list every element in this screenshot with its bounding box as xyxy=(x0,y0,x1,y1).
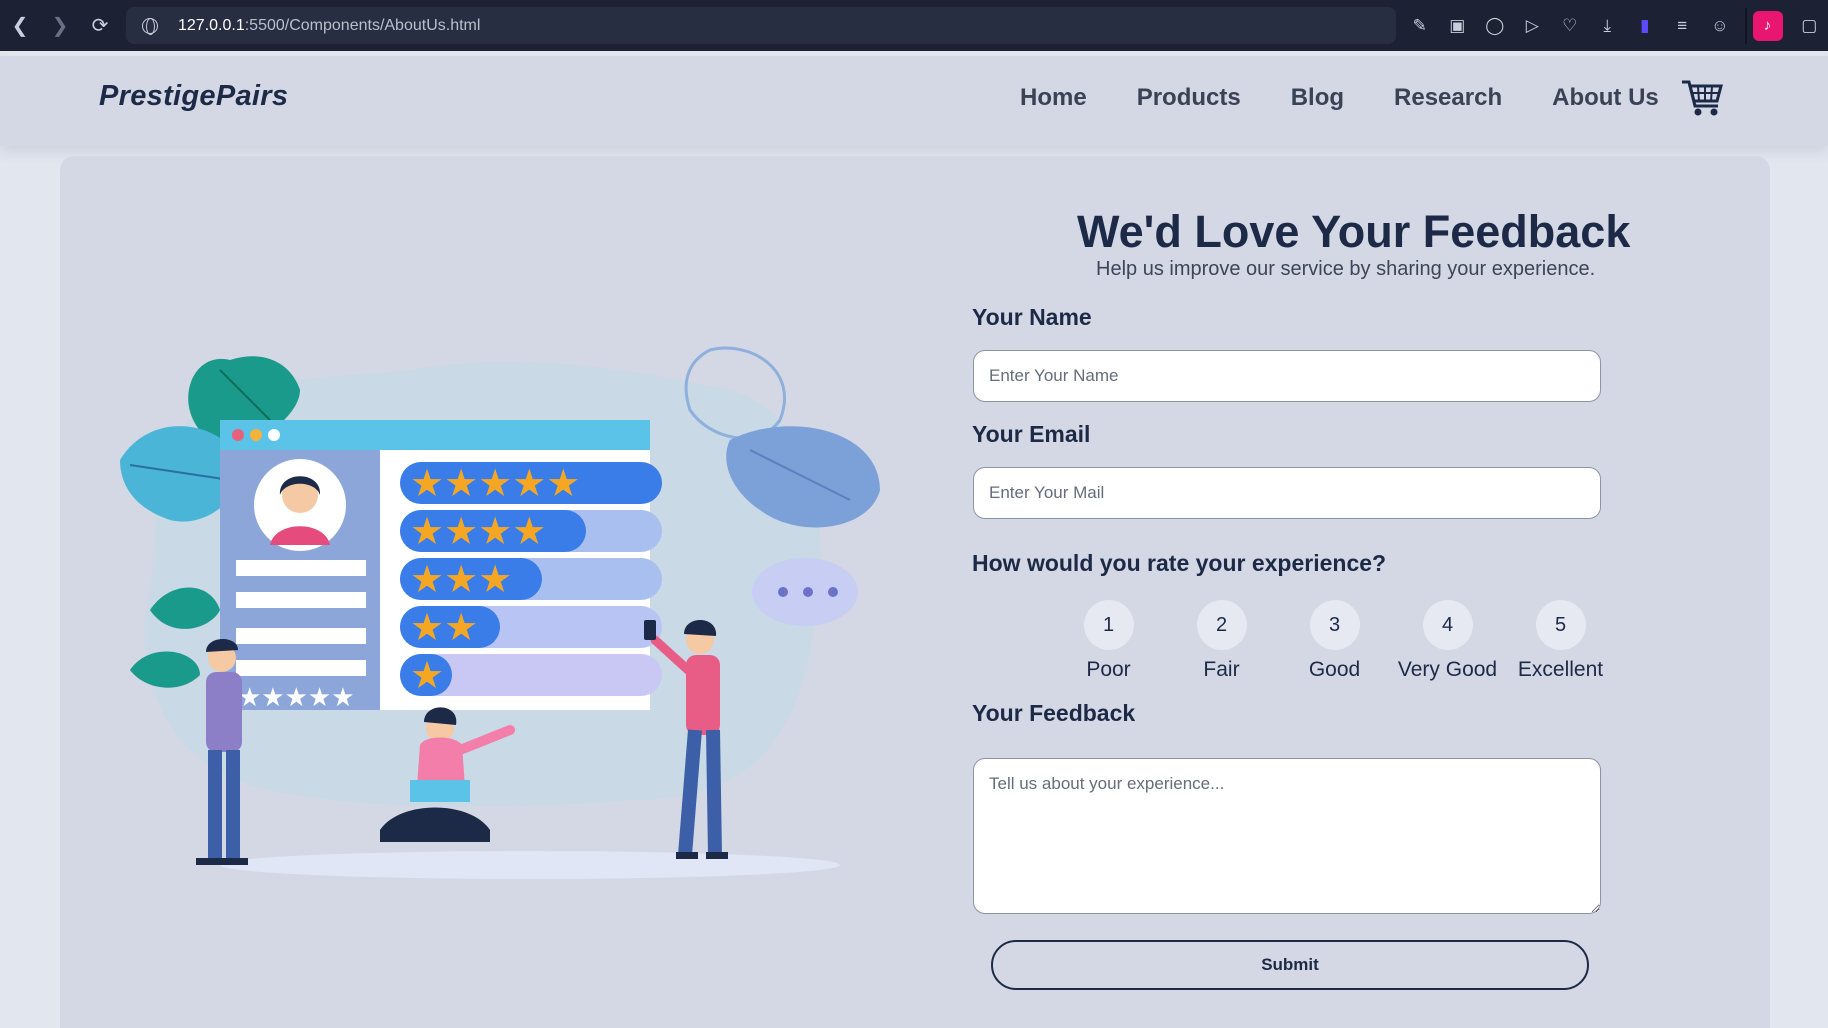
site-header: PrestigePairs Home Products Blog Researc… xyxy=(0,56,1828,146)
edit-icon[interactable]: ✎ xyxy=(1401,0,1439,51)
url-path: :5500/Components/AboutUs.html xyxy=(244,16,481,34)
rating-text: Good xyxy=(1308,658,1361,681)
globe-icon xyxy=(142,17,158,35)
nav-about-us[interactable]: About Us xyxy=(1552,84,1659,112)
rating-number[interactable]: 3 xyxy=(1309,600,1360,650)
nav-home[interactable]: Home xyxy=(1020,84,1087,112)
svg-text:★★★★★: ★★★★★ xyxy=(410,461,580,505)
account-icon[interactable]: ☺ xyxy=(1701,0,1739,51)
extension-icon[interactable]: ▮ xyxy=(1626,0,1664,51)
feedback-label: Your Feedback xyxy=(972,700,1136,726)
email-label: Your Email xyxy=(972,421,1091,447)
rating-option-4[interactable]: 4 Very Good xyxy=(1391,600,1504,682)
rating-text: Very Good xyxy=(1397,658,1498,681)
play-icon[interactable]: ▷ xyxy=(1514,0,1552,51)
page-title: We'd Love Your Feedback xyxy=(1077,206,1631,257)
download-icon[interactable]: ⤓ xyxy=(1589,0,1627,51)
name-field[interactable] xyxy=(973,350,1601,402)
browser-toolbar: ❮ ❯ ⟳ 127.0.0.1:5500/Components/AboutUs.… xyxy=(0,0,1828,51)
rating-option-2[interactable]: 2 Fair xyxy=(1165,600,1278,682)
svg-text:★★★★★: ★★★★★ xyxy=(238,683,355,713)
rating-text: Excellent xyxy=(1517,658,1604,681)
brand-logo[interactable]: PrestigePairs xyxy=(99,80,288,113)
nav-blog[interactable]: Blog xyxy=(1291,84,1344,112)
nav-products[interactable]: Products xyxy=(1137,84,1241,112)
rating-number[interactable]: 5 xyxy=(1535,600,1586,650)
nav-research[interactable]: Research xyxy=(1394,84,1502,112)
rating-options: 1 Poor 2 Fair 3 Good 4 Very Good 5 Excel… xyxy=(1052,600,1617,682)
heart-icon[interactable]: ♡ xyxy=(1551,0,1589,51)
rating-text: Fair xyxy=(1203,658,1240,681)
name-label: Your Name xyxy=(972,304,1092,330)
email-field[interactable] xyxy=(973,467,1601,519)
shield-icon[interactable]: ◯ xyxy=(1476,0,1514,51)
url-host: 127.0.0.1 xyxy=(178,16,245,34)
feedback-textarea[interactable] xyxy=(973,758,1601,914)
svg-text:★: ★ xyxy=(410,653,444,697)
rating-label: How would you rate your experience? xyxy=(972,550,1387,576)
reload-button[interactable]: ⟳ xyxy=(80,0,120,51)
rating-number[interactable]: 1 xyxy=(1083,600,1134,650)
main-nav: Home Products Blog Research About Us xyxy=(1020,84,1659,112)
back-button[interactable]: ❮ xyxy=(0,0,40,51)
toolbar-divider xyxy=(1744,7,1747,44)
submit-button[interactable]: Submit xyxy=(991,940,1589,990)
feedback-illustration: ★★★★★ ★★★★★ ★★★★ ★★★ ★★ ★ xyxy=(120,346,880,879)
browser-tools: ✎ ▣ ◯ ▷ ♡ ⤓ ▮ ≡ ☺ ♪ ▢ xyxy=(1401,0,1828,51)
camera-icon[interactable]: ▣ xyxy=(1439,0,1477,51)
sound-extension-icon[interactable]: ♪ xyxy=(1752,10,1783,41)
svg-text:★★★★: ★★★★ xyxy=(410,509,546,553)
address-bar[interactable]: 127.0.0.1:5500/Components/AboutUs.html xyxy=(126,7,1396,44)
page-subtitle: Help us improve our service by sharing y… xyxy=(1096,258,1596,280)
chevron-right-icon: ❯ xyxy=(51,15,69,37)
rating-option-1[interactable]: 1 Poor xyxy=(1052,600,1165,682)
menu-icon[interactable]: ≡ xyxy=(1664,0,1702,51)
svg-text:★★: ★★ xyxy=(410,605,478,649)
forward-button[interactable]: ❯ xyxy=(40,0,80,51)
cart-icon[interactable] xyxy=(1680,76,1724,118)
reload-icon: ⟳ xyxy=(91,15,109,37)
rating-text: Poor xyxy=(1086,658,1131,681)
rating-number[interactable]: 2 xyxy=(1196,600,1247,650)
rating-option-5[interactable]: 5 Excellent xyxy=(1504,600,1617,682)
cube-icon[interactable]: ▢ xyxy=(1791,0,1828,51)
rating-option-3[interactable]: 3 Good xyxy=(1278,600,1391,682)
svg-text:★★★: ★★★ xyxy=(410,557,512,601)
chevron-left-icon: ❮ xyxy=(11,15,29,37)
rating-number[interactable]: 4 xyxy=(1422,600,1473,650)
